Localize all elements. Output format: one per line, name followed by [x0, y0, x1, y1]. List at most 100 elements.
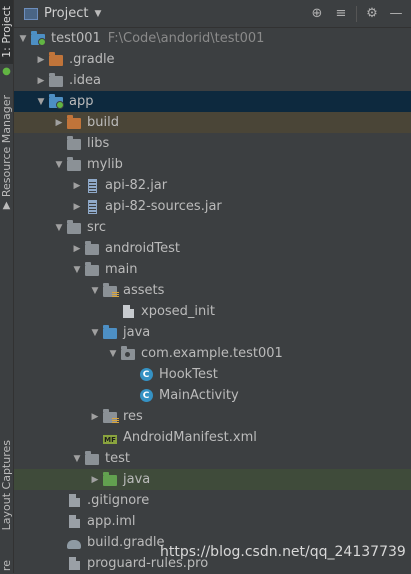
resource-manager-icon: ▲: [2, 200, 11, 211]
layout-captures-tab[interactable]: Layout Captures: [0, 436, 13, 534]
expand-arrow-down-icon[interactable]: ▼: [88, 286, 102, 296]
file-shape: [68, 557, 80, 570]
locate-file-icon[interactable]: ⊕: [308, 5, 326, 23]
folder-shape: [67, 157, 81, 171]
toolbar-divider: [356, 5, 357, 22]
expand-arrow-right-icon[interactable]: ▶: [34, 76, 48, 86]
expand-arrow-down-icon[interactable]: ▼: [34, 97, 48, 107]
test-folder-icon: [102, 472, 118, 487]
bottom-tool-tab[interactable]: re: [0, 558, 13, 573]
tree-node-api-82-jar[interactable]: ▶ api-82.jar: [14, 175, 411, 196]
expand-arrow-right-icon[interactable]: ▶: [88, 412, 102, 422]
source-folder-icon: [102, 325, 118, 340]
tree-node-xposed-init[interactable]: xposed_init: [14, 301, 411, 322]
folder-icon: [66, 157, 82, 172]
collapse-all-icon[interactable]: ≡: [332, 5, 350, 23]
project-tool-tab[interactable]: 1: Project: [0, 0, 13, 64]
project-tree: ▼ test001 F:\Code\andorid\test001 ▶ .gradle ▶…: [14, 28, 411, 574]
tree-node-label: com.example.test001: [141, 346, 283, 361]
tree-node-build[interactable]: ▶ build: [14, 112, 411, 133]
hide-icon[interactable]: —: [387, 5, 405, 23]
tree-node-label: HookTest: [159, 367, 218, 382]
tree-node-label: mylib: [87, 157, 123, 172]
folder-shape: [49, 94, 64, 109]
jar-icon: [84, 178, 100, 193]
tree-node-label: build: [87, 115, 119, 130]
chevron-down-icon[interactable]: ▼: [94, 9, 101, 19]
file-shape: [68, 515, 80, 528]
tree-node-app[interactable]: ▼ app: [14, 91, 411, 112]
tree-node-app-iml[interactable]: app.iml: [14, 511, 411, 532]
folder-shape: [31, 31, 46, 46]
bottom-tab-label: re: [0, 559, 13, 572]
resource-manager-label: Resource Manager: [0, 94, 13, 198]
expand-arrow-down-icon[interactable]: ▼: [52, 160, 66, 170]
assets-folder-icon: [102, 283, 119, 298]
file-icon: [66, 515, 82, 529]
folder-shape: [49, 52, 63, 66]
tree-node-label: AndroidManifest.xml: [123, 430, 257, 445]
tree-node-label: api-82.jar: [105, 178, 168, 193]
expand-arrow-right-icon[interactable]: ▶: [70, 202, 84, 212]
tree-node-src[interactable]: ▼ src: [14, 217, 411, 238]
expand-arrow-down-icon[interactable]: ▼: [70, 265, 84, 275]
project-tab-label: 1: Project: [0, 6, 13, 58]
tree-node-gitignore[interactable]: .gitignore: [14, 490, 411, 511]
project-panel-header: Project ▼ ⊕ ≡ ⚙ —: [14, 0, 411, 28]
expand-arrow-down-icon[interactable]: ▼: [88, 328, 102, 338]
project-path: F:\Code\andorid\test001: [107, 31, 265, 46]
tree-node-label: libs: [87, 136, 110, 151]
expand-arrow-down-icon[interactable]: ▼: [106, 349, 120, 359]
folder-shape: [103, 472, 117, 486]
folder-shape: [67, 220, 81, 234]
tree-node-hooktest[interactable]: C HookTest: [14, 364, 411, 385]
file-shape: [122, 305, 134, 318]
resource-manager-tab[interactable]: Resource Manager: [0, 94, 13, 198]
expand-arrow-right-icon[interactable]: ▶: [52, 118, 66, 128]
expand-arrow-right-icon[interactable]: ▶: [70, 181, 84, 191]
tree-node-label: androidTest: [105, 241, 180, 256]
tree-node-test001[interactable]: ▼ test001 F:\Code\andorid\test001: [14, 28, 411, 49]
tree-node-com-example-test001[interactable]: ▼ com.example.test001: [14, 343, 411, 364]
folder-icon: [84, 451, 100, 466]
tree-node-label: api-82-sources.jar: [105, 199, 222, 214]
module-folder-icon: [48, 94, 64, 109]
class-badge: C: [139, 368, 153, 381]
excluded-folder-icon: [66, 115, 82, 130]
expand-arrow-down-icon[interactable]: ▼: [52, 223, 66, 233]
expand-arrow-down-icon[interactable]: ▼: [16, 34, 30, 44]
tree-node-label: test001: [51, 31, 101, 46]
tree-node-api-82-sources-jar[interactable]: ▶ api-82-sources.jar: [14, 196, 411, 217]
expand-arrow-right-icon[interactable]: ▶: [88, 475, 102, 485]
tree-node-test[interactable]: ▼ test: [14, 448, 411, 469]
tree-node-label: java: [123, 325, 151, 340]
tree-node-java[interactable]: ▶ java: [14, 469, 411, 490]
tree-node-assets[interactable]: ▼ assets: [14, 280, 411, 301]
resource-bars: [112, 292, 119, 298]
package-icon: [120, 346, 136, 361]
tree-node-gradle[interactable]: ▶ .gradle: [14, 49, 411, 70]
expand-arrow-right-icon[interactable]: ▶: [34, 55, 48, 65]
folder-shape: [103, 283, 119, 298]
tree-node-mainactivity[interactable]: C MainActivity: [14, 385, 411, 406]
folder-shape: [121, 346, 135, 360]
file-shape: [68, 494, 80, 507]
tree-node-main[interactable]: ▼ main: [14, 259, 411, 280]
tree-node-java[interactable]: ▼ java: [14, 322, 411, 343]
tree-node-label: app.iml: [87, 514, 136, 529]
tree-node-idea[interactable]: ▶ .idea: [14, 70, 411, 91]
gear-icon[interactable]: ⚙: [363, 5, 381, 23]
project-view-selector[interactable]: Project: [44, 6, 88, 21]
tree-node-libs[interactable]: libs: [14, 133, 411, 154]
tree-node-res[interactable]: ▶ res: [14, 406, 411, 427]
folder-icon: [48, 73, 64, 88]
tree-node-mylib[interactable]: ▼ mylib: [14, 154, 411, 175]
tree-node-androidmanifest-xml[interactable]: MF AndroidManifest.xml: [14, 427, 411, 448]
tree-node-androidtest[interactable]: ▶ androidTest: [14, 238, 411, 259]
folder-shape: [67, 115, 81, 129]
expand-arrow-down-icon[interactable]: ▼: [70, 454, 84, 464]
expand-arrow-right-icon[interactable]: ▶: [70, 244, 84, 254]
watermark-text: https://blog.csdn.net/qq_24137739: [160, 544, 406, 560]
text-file-icon: [120, 305, 136, 319]
tree-node-label: main: [105, 262, 138, 277]
